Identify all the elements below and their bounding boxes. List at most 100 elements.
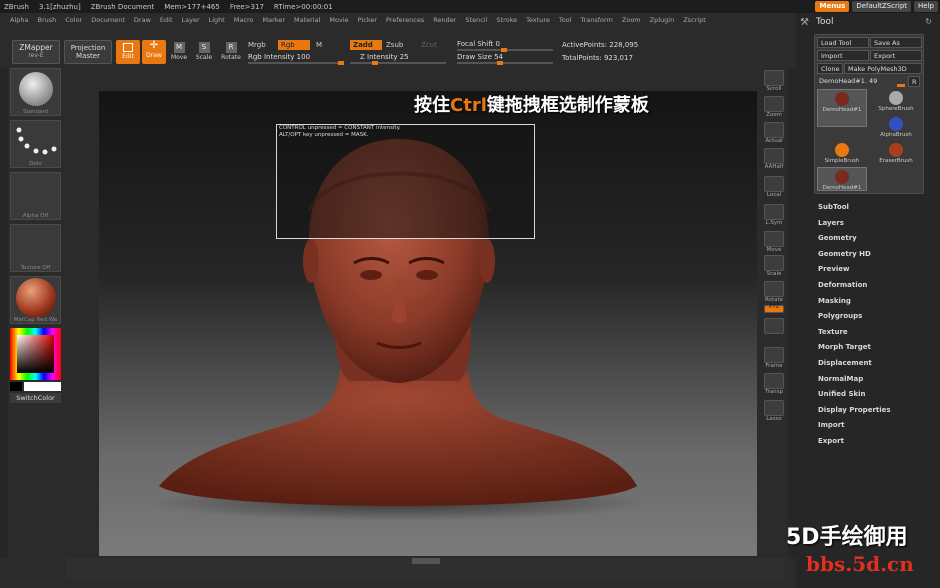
zadd-toggle[interactable]: Zadd [350,40,382,50]
stroke-picker[interactable]: Dots [10,120,61,168]
subpalette-geometry-hd[interactable]: Geometry HD [818,247,928,263]
canvas-viewport[interactable]: CONTROL unpressed = CONSTANT intensity. … [99,91,757,556]
zmapper-button[interactable]: ZMapper rev-E [12,40,60,64]
subpalette-preview[interactable]: Preview [818,262,928,278]
rgb-intensity-knob[interactable] [338,61,344,65]
bottom-tray-toggle[interactable] [412,558,440,564]
menu-marker[interactable]: Marker [263,14,285,26]
subpalette-export[interactable]: Export [818,434,928,450]
projection-master-button[interactable]: Projection Master [64,40,112,64]
menu-preferences[interactable]: Preferences [386,14,424,26]
menu-document[interactable]: Document [91,14,125,26]
subpalette-polygroups[interactable]: Polygroups [818,309,928,325]
menus-button[interactable]: Menus [815,1,850,12]
draw-size-slider[interactable] [457,61,553,65]
subpalette-geometry[interactable]: Geometry [818,231,928,247]
xyz-button[interactable]: XYZ [762,304,786,319]
subpalette-unified-skin[interactable]: Unified Skin [818,387,928,403]
brush-picker[interactable]: Standard [10,68,61,116]
material-picker[interactable]: MatCap Red Wa [10,276,61,324]
menu-zoom[interactable]: Zoom [622,14,641,26]
subpalette-deformation[interactable]: Deformation [818,278,928,294]
zoom-button[interactable]: Zoom [762,96,786,118]
current-tool-slider[interactable]: DemoHead#1. 49 [817,76,907,86]
menu-texture[interactable]: Texture [526,14,550,26]
move-mode-button[interactable]: M Move [168,40,190,64]
mrgb-toggle[interactable]: Mrgb [248,41,266,49]
zcut-toggle[interactable]: Zcut [421,41,437,49]
l-sym-button[interactable]: L.Sym [762,204,786,226]
save-as-button[interactable]: Save As [870,37,922,48]
default-zscript-button[interactable]: DefaultZScript [852,1,912,12]
switch-color-button[interactable]: SwitchColor [10,393,61,403]
menu-macro[interactable]: Macro [234,14,254,26]
rgb-intensity-slider[interactable] [248,61,344,65]
menu-picker[interactable]: Picker [358,14,377,26]
subpalette-displacement[interactable]: Displacement [818,356,928,372]
menu-layer[interactable]: Layer [182,14,200,26]
draw-size-knob[interactable] [497,61,503,65]
current-tool-knob[interactable] [897,84,905,87]
frame-button[interactable]: Frame [762,347,786,369]
tool-thumb-alphabrush[interactable]: AlphaBrush [871,115,921,141]
actual-button[interactable]: Actual [762,122,786,144]
tool-thumb-eraserbrush[interactable]: EraserBrush [871,141,921,167]
subpalette-display-properties[interactable]: Display Properties [818,403,928,419]
aahalf-button[interactable]: AAHalf [762,148,786,170]
menu-movie[interactable]: Movie [329,14,348,26]
tray-extra-button[interactable] [762,318,786,334]
z-intensity-knob[interactable] [372,61,378,65]
scroll-button[interactable]: Scroll [762,70,786,92]
color-picker[interactable] [10,328,61,380]
menu-material[interactable]: Material [294,14,320,26]
scale-mode-button[interactable]: S Scale [193,40,215,64]
color-sv-square[interactable] [17,335,54,373]
menu-transform[interactable]: Transform [581,14,613,26]
menu-alpha[interactable]: Alpha [10,14,28,26]
alpha-picker[interactable]: Alpha Off [10,172,61,220]
menu-brush[interactable]: Brush [37,14,56,26]
menu-light[interactable]: Light [209,14,225,26]
menu-zplugin[interactable]: Zplugin [650,14,675,26]
rotate-button[interactable]: Rotate [762,281,786,303]
tool-thumb-simplebrush[interactable]: SimpleBrush [817,141,867,167]
import-button[interactable]: Import [817,50,869,61]
menu-color[interactable]: Color [65,14,82,26]
tool-thumb-spherebrush[interactable]: SphereBrush [871,89,921,115]
texture-picker[interactable]: Texture Off [10,224,61,272]
local-button[interactable]: Local [762,176,786,198]
secondary-color-swatch[interactable] [10,382,22,391]
zsub-toggle[interactable]: Zsub [386,41,403,49]
help-button[interactable]: Help [914,1,938,12]
make-polymesh-button[interactable]: Make PolyMesh3D [844,63,922,74]
subpalette-texture[interactable]: Texture [818,325,928,341]
menu-stroke[interactable]: Stroke [496,14,517,26]
export-button[interactable]: Export [870,50,922,61]
subpalette-masking[interactable]: Masking [818,294,928,310]
load-tool-button[interactable]: Load Tool [817,37,869,48]
menu-tool[interactable]: Tool [559,14,572,26]
rotate-mode-button[interactable]: R Rotate [219,40,243,64]
subpalette-morph-target[interactable]: Morph Target [818,340,928,356]
r-button[interactable]: R [908,76,920,87]
edit-mode-button[interactable]: Edit [116,40,140,64]
move-button[interactable]: Move [762,231,786,253]
clone-button[interactable]: Clone [817,63,843,74]
lasso-button[interactable]: Lasso [762,400,786,422]
menu-stencil[interactable]: Stencil [465,14,487,26]
subpalette-subtool[interactable]: SubTool [818,200,928,216]
tool-thumb-demohead-1[interactable]: DemoHead#1 [817,167,867,191]
rgb-toggle[interactable]: Rgb [278,40,310,50]
palette-reset-icon[interactable]: ↻ [925,17,932,26]
subpalette-import[interactable]: Import [818,418,928,434]
primary-color-swatch[interactable] [24,382,61,391]
menu-zscript[interactable]: Zscript [683,14,706,26]
z-intensity-slider[interactable] [350,61,446,65]
focal-shift-knob[interactable] [501,48,507,52]
m-toggle[interactable]: M [316,41,322,49]
subpalette-layers[interactable]: Layers [818,216,928,232]
transp-button[interactable]: Transp [762,373,786,395]
menu-draw[interactable]: Draw [134,14,151,26]
subpalette-normalmap[interactable]: NormalMap [818,372,928,388]
focal-shift-slider[interactable] [457,48,553,52]
